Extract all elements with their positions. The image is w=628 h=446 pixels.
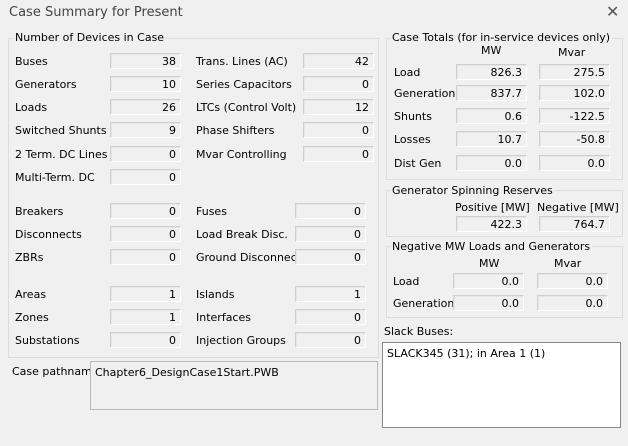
totals-generation-mw: 837.7 bbox=[456, 85, 527, 101]
totals-generation-label: Generation bbox=[394, 87, 456, 100]
load-break-disc-value: 0 bbox=[295, 226, 366, 242]
fuses-label: Fuses bbox=[196, 205, 227, 218]
fuses-value: 0 bbox=[295, 203, 366, 219]
negative-loads-title: Negative MW Loads and Generators bbox=[390, 240, 593, 253]
generators-label: Generators bbox=[15, 78, 77, 91]
loads-label: Loads bbox=[15, 101, 48, 114]
reserves-positive-header: Positive [MW] bbox=[455, 201, 530, 214]
dc-lines-value: 0 bbox=[110, 146, 181, 162]
negative-generation-mvar: 0.0 bbox=[537, 295, 608, 311]
multi-term-dc-label: Multi-Term. DC bbox=[15, 171, 95, 184]
negative-mvar-header: Mvar bbox=[554, 257, 582, 270]
negative-load-mvar: 0.0 bbox=[537, 273, 608, 289]
islands-value: 1 bbox=[295, 286, 366, 302]
multi-term-dc-value: 0 bbox=[110, 169, 181, 185]
slack-buses-label: Slack Buses: bbox=[384, 325, 454, 338]
negative-mw-header: MW bbox=[479, 257, 500, 270]
ground-disconnects-label: Ground Disconnects bbox=[196, 251, 307, 264]
devices-group-title: Number of Devices in Case bbox=[13, 31, 167, 44]
switched-shunts-value: 9 bbox=[110, 122, 181, 138]
totals-generation-mvar: 102.0 bbox=[539, 85, 610, 101]
series-capacitors-value: 0 bbox=[303, 76, 374, 92]
negative-generation-mw: 0.0 bbox=[453, 295, 524, 311]
injection-groups-value: 0 bbox=[295, 332, 366, 348]
reserves-positive-value: 422.3 bbox=[456, 216, 527, 232]
phase-shifters-value: 0 bbox=[303, 122, 374, 138]
totals-dist-gen-mw: 0.0 bbox=[456, 155, 527, 171]
series-capacitors-label: Series Capacitors bbox=[196, 78, 292, 91]
case-pathname-label: Case pathname bbox=[12, 365, 99, 378]
totals-load-mw: 826.3 bbox=[456, 64, 527, 80]
reserves-negative-value: 764.7 bbox=[539, 216, 610, 232]
disconnects-value: 0 bbox=[110, 226, 181, 242]
zbrs-label: ZBRs bbox=[15, 251, 44, 264]
totals-dist-gen-label: Dist Gen bbox=[394, 157, 442, 170]
interfaces-label: Interfaces bbox=[196, 311, 251, 324]
ltcs-value: 12 bbox=[303, 99, 374, 115]
negative-load-label: Load bbox=[393, 275, 420, 288]
case-pathname-field[interactable]: Chapter6_DesignCase1Start.PWB bbox=[90, 361, 378, 410]
reserves-negative-header: Negative [MW] bbox=[537, 201, 619, 214]
breakers-value: 0 bbox=[110, 203, 181, 219]
disconnects-label: Disconnects bbox=[15, 228, 82, 241]
buses-label: Buses bbox=[15, 55, 48, 68]
dc-lines-label: 2 Term. DC Lines bbox=[15, 148, 108, 161]
generators-value: 10 bbox=[110, 76, 181, 92]
totals-shunts-mvar: -122.5 bbox=[539, 108, 610, 124]
trans-lines-label: Trans. Lines (AC) bbox=[196, 55, 288, 68]
zones-label: Zones bbox=[15, 311, 49, 324]
substations-value: 0 bbox=[110, 332, 181, 348]
switched-shunts-label: Switched Shunts bbox=[15, 124, 107, 137]
totals-mvar-header: Mvar bbox=[558, 46, 586, 59]
ltcs-label: LTCs (Control Volt) bbox=[196, 101, 297, 114]
loads-value: 26 bbox=[110, 99, 181, 115]
breakers-label: Breakers bbox=[15, 205, 64, 218]
substations-label: Substations bbox=[15, 334, 80, 347]
window-title: Case Summary for Present bbox=[9, 5, 183, 20]
totals-load-label: Load bbox=[394, 66, 421, 79]
trans-lines-value: 42 bbox=[303, 53, 374, 69]
totals-losses-mvar: -50.8 bbox=[539, 131, 610, 147]
ground-disconnects-value: 0 bbox=[295, 249, 366, 265]
totals-dist-gen-mvar: 0.0 bbox=[539, 155, 610, 171]
phase-shifters-label: Phase Shifters bbox=[196, 124, 275, 137]
areas-value: 1 bbox=[110, 286, 181, 302]
close-icon[interactable]: ✕ bbox=[606, 4, 619, 20]
islands-label: Islands bbox=[196, 288, 235, 301]
totals-losses-label: Losses bbox=[394, 133, 431, 146]
spinning-reserves-title: Generator Spinning Reserves bbox=[390, 184, 555, 197]
zbrs-value: 0 bbox=[110, 249, 181, 265]
mvar-controlling-value: 0 bbox=[303, 146, 374, 162]
interfaces-value: 0 bbox=[295, 309, 366, 325]
totals-mw-header: MW bbox=[481, 44, 502, 57]
totals-losses-mw: 10.7 bbox=[456, 131, 527, 147]
slack-buses-list[interactable]: SLACK345 (31); in Area 1 (1) bbox=[382, 342, 621, 428]
case-totals-title: Case Totals (for in-service devices only… bbox=[390, 31, 613, 44]
mvar-controlling-label: Mvar Controlling bbox=[196, 148, 287, 161]
totals-load-mvar: 275.5 bbox=[539, 64, 610, 80]
totals-shunts-mw: 0.6 bbox=[456, 108, 527, 124]
negative-load-mw: 0.0 bbox=[453, 273, 524, 289]
load-break-disc-label: Load Break Disc. bbox=[196, 228, 288, 241]
negative-generation-label: Generation bbox=[393, 297, 455, 310]
zones-value: 1 bbox=[110, 309, 181, 325]
areas-label: Areas bbox=[15, 288, 47, 301]
totals-shunts-label: Shunts bbox=[394, 110, 432, 123]
buses-value: 38 bbox=[110, 53, 181, 69]
injection-groups-label: Injection Groups bbox=[196, 334, 286, 347]
